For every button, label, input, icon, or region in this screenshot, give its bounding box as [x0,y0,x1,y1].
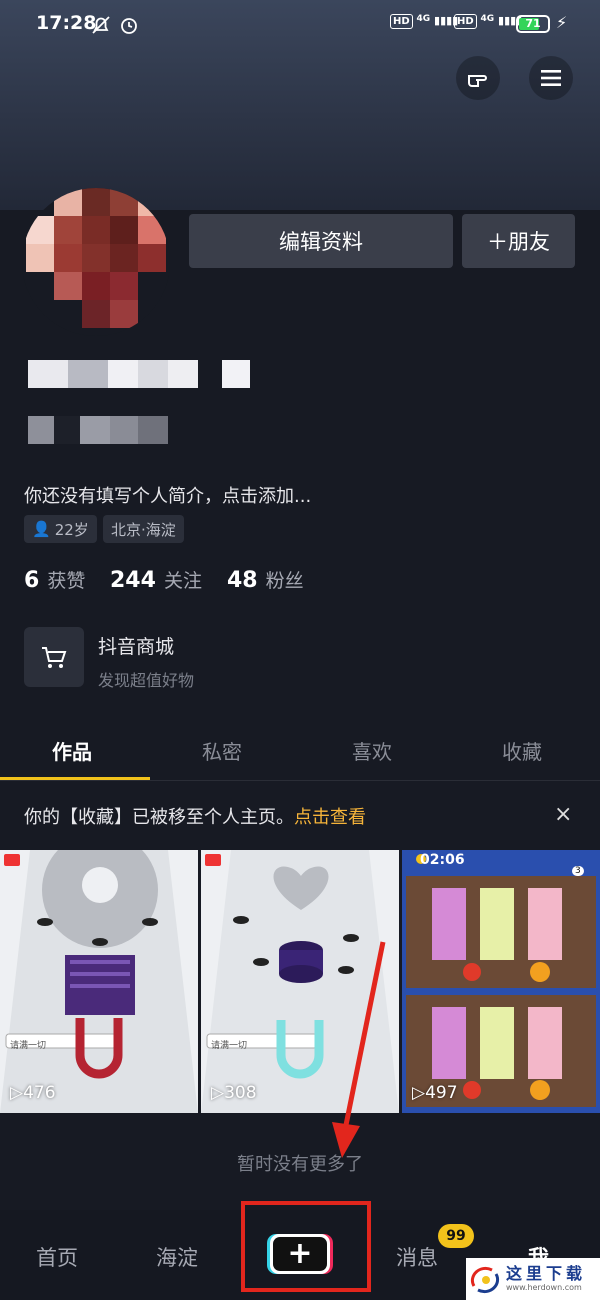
video-thumbnail[interactable]: 请满一切 ▷476 [0,850,198,1113]
battery-icon: 71 [516,15,550,33]
tab-works[interactable]: 作品 [52,736,92,765]
no-more-text: 暂时没有更多了 [237,1154,363,1175]
shop-subtitle: 发现超值好物 [98,671,195,690]
play-icon: ▷ [211,1083,225,1103]
game-timer: 02:06 [420,852,465,868]
view-count: ▷497 [412,1083,458,1103]
network-indicator-1: HD 4G ▮▮▮▮ [390,14,458,29]
edit-profile-button[interactable]: 编辑资料 [189,214,453,268]
tab-private[interactable]: 私密 [202,736,242,765]
username-redacted [28,360,250,388]
nav-messages[interactable]: 消息 [396,1242,438,1272]
alarm-clock-icon [118,14,140,36]
person-icon: 👤 [32,520,51,538]
play-icon: ▷ [412,1083,426,1103]
status-time: 17:28 [36,12,97,34]
network-indicator-2: HD 4G ▮▮▮▮ [454,14,522,29]
shop-title[interactable]: 抖音商城 [98,632,174,659]
avatar[interactable] [22,188,170,336]
charging-bolt-icon: ⚡ [556,13,568,32]
play-icon: ▷ [10,1083,24,1103]
annotation-box [241,1201,371,1292]
favorites-moved-notice: 你的【收藏】已被移至个人主页。点击查看 [24,807,366,828]
tab-divider [0,780,600,781]
likes-stat[interactable]: 6 获赞 [24,566,85,593]
view-count: ▷308 [211,1083,257,1103]
tab-favorites[interactable]: 收藏 [502,736,542,765]
following-stat[interactable]: 244 关注 [110,566,202,593]
site-watermark: 这里下载 www.herdown.com [466,1258,600,1300]
menu-icon[interactable] [529,56,573,100]
view-link[interactable]: 点击查看 [294,807,366,828]
tab-likes[interactable]: 喜欢 [352,736,392,765]
mute-bell-icon [90,14,112,36]
video-thumbnail[interactable]: 02:06 3 ▷497 [402,850,600,1113]
view-count: ▷476 [10,1083,56,1103]
nav-home[interactable]: 首页 [36,1242,78,1272]
game-badge: 3 [572,866,584,876]
followers-stat[interactable]: 48 粉丝 [227,566,304,593]
nav-local[interactable]: 海淀 [156,1242,198,1272]
annotation-arrow [332,941,386,1158]
user-id-redacted [28,416,168,444]
message-badge: 99 [438,1224,474,1248]
watermark-logo-icon [471,1267,499,1293]
close-icon[interactable]: × [554,802,572,827]
add-friend-button[interactable]: ＋朋友 [462,214,575,268]
shopping-cart-icon[interactable] [24,627,84,687]
bio-prompt[interactable]: 你还没有填写个人简介，点击添加... [24,482,311,508]
location-tag: 北京·海淀 [103,515,184,543]
status-bar: 17:28 HD 4G ▮▮▮▮ HD 4G ▮▮▮▮ 71 ⚡ [0,0,600,50]
pointing-hand-icon[interactable] [456,56,500,100]
age-tag: 👤 22岁 [24,515,97,543]
